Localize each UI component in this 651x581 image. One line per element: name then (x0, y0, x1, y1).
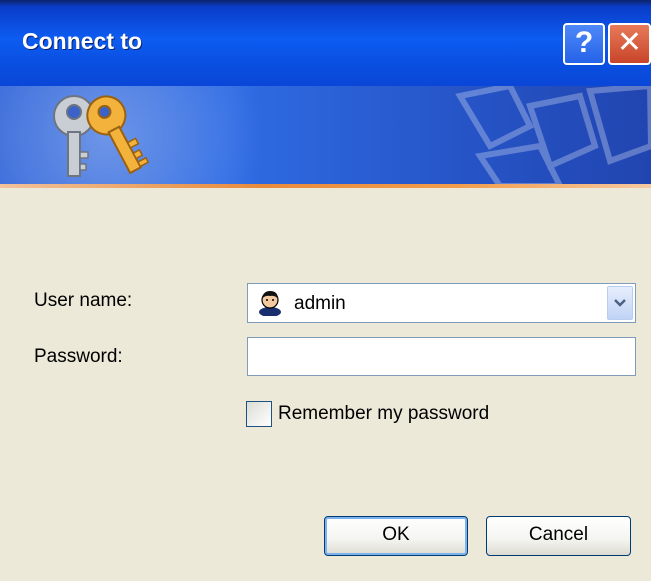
banner (0, 86, 651, 186)
close-button[interactable]: ✕ (608, 23, 651, 65)
dropdown-button[interactable] (607, 286, 633, 320)
cancel-button[interactable]: Cancel (486, 516, 631, 556)
remember-password-label[interactable]: Remember my password (278, 403, 489, 425)
window-title: Connect to (22, 28, 143, 54)
username-label: User name: (34, 290, 133, 311)
keys-icon (53, 95, 150, 177)
chevron-down-icon (614, 299, 626, 307)
username-value: admin (294, 293, 346, 314)
connect-dialog: Connect to ? ✕ User name: admin Password… (0, 0, 651, 581)
remember-password-checkbox[interactable] (246, 401, 272, 427)
ok-button[interactable]: OK (324, 516, 468, 556)
banner-decoration (455, 86, 651, 186)
password-field[interactable] (247, 337, 636, 376)
password-label: Password: (34, 346, 123, 367)
user-icon (259, 291, 281, 316)
title-bar[interactable]: Connect to ? ✕ (0, 0, 651, 86)
help-button[interactable]: ? (563, 23, 605, 65)
banner-stripe (0, 184, 651, 188)
username-combobox[interactable]: admin (247, 283, 636, 323)
